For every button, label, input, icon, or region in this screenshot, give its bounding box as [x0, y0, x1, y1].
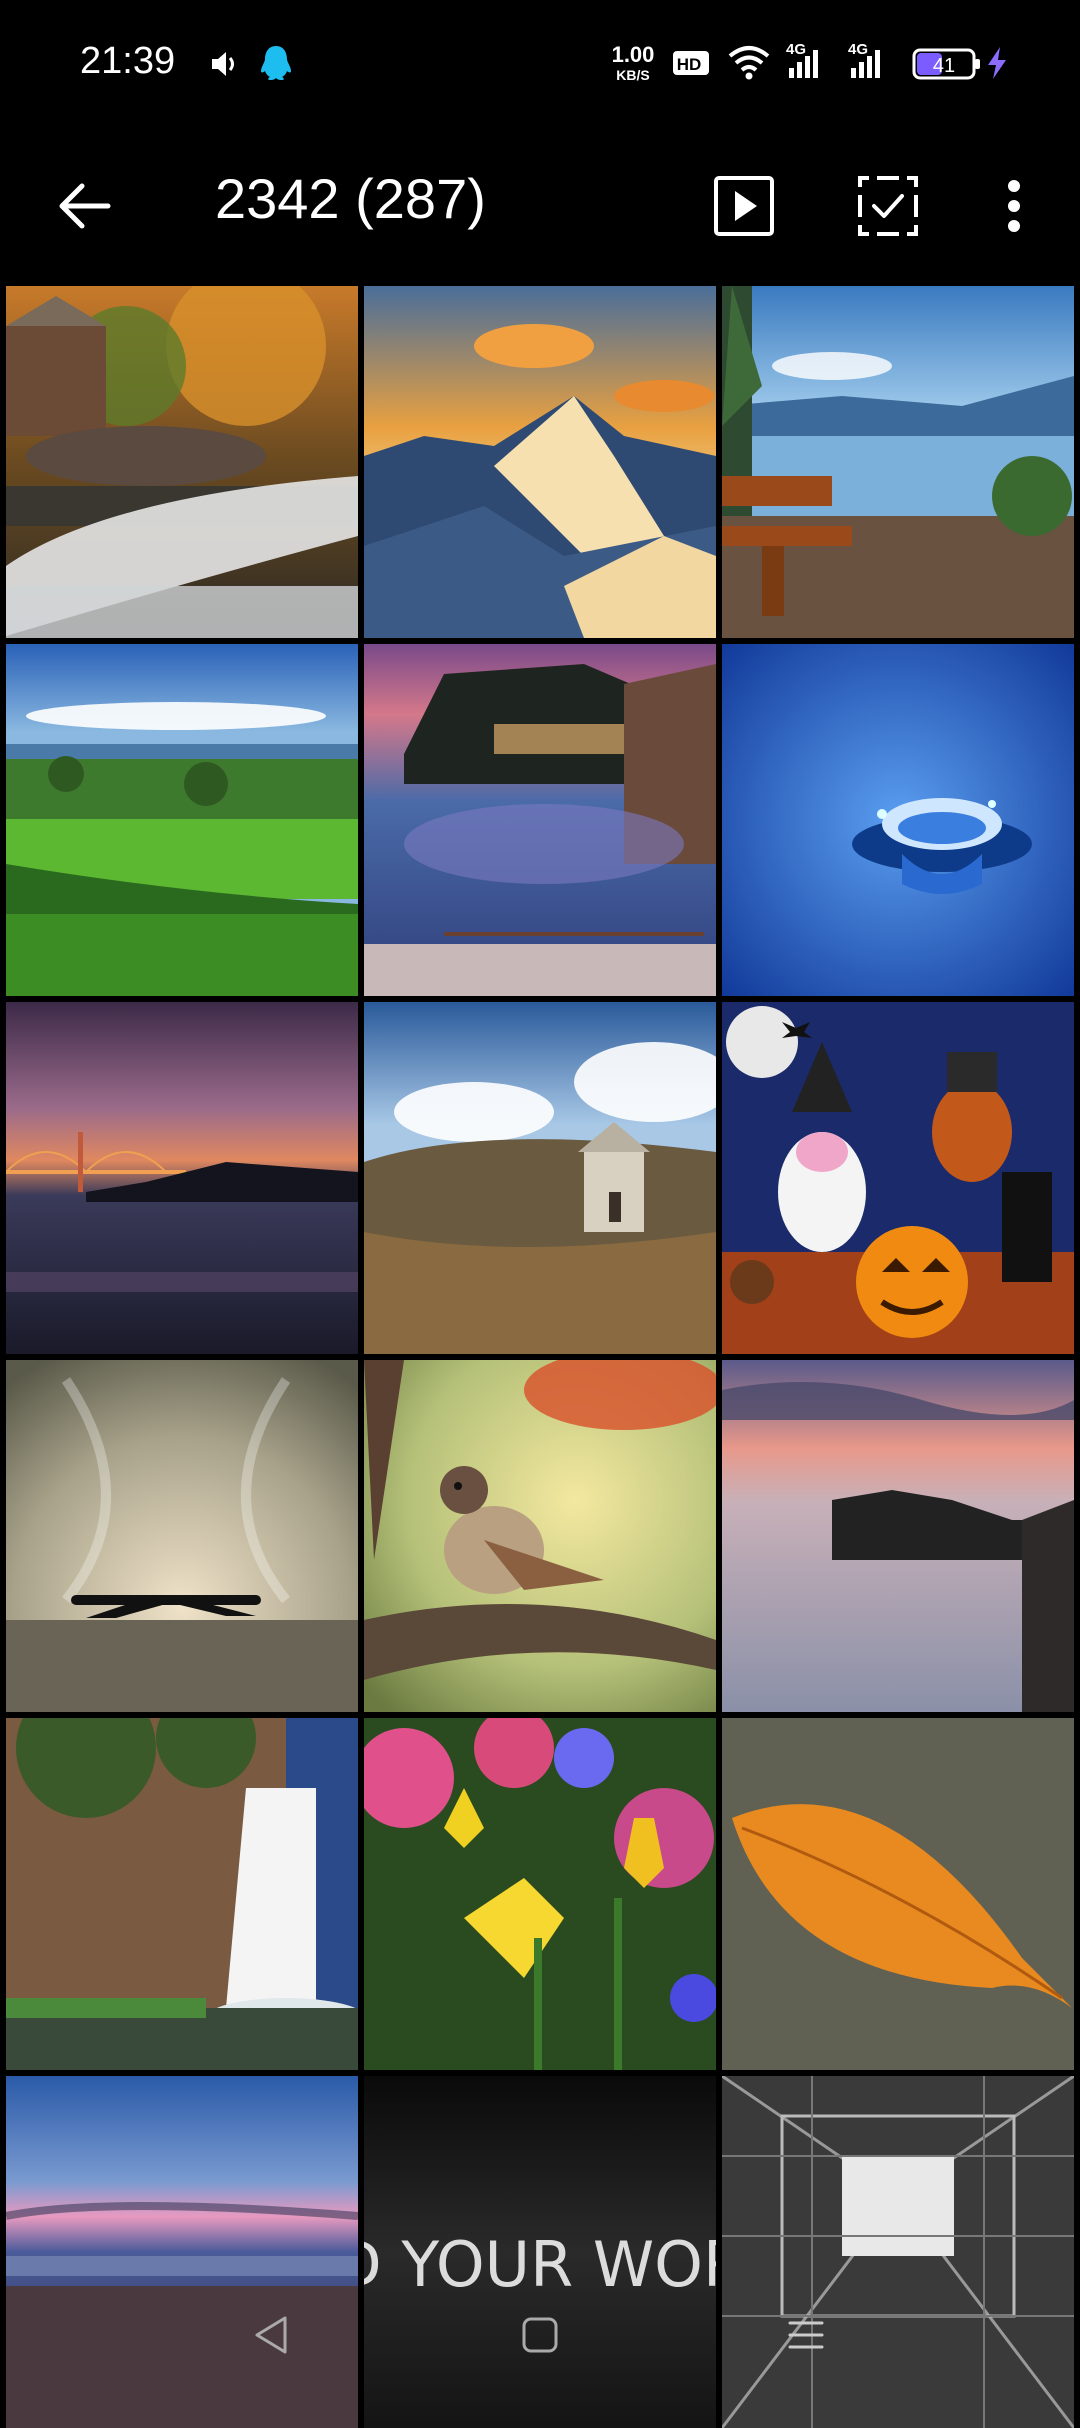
navigation-bar — [0, 2262, 1080, 2414]
battery-icon: 41 — [912, 48, 982, 85]
hd-icon: HD — [672, 50, 710, 81]
signal-icon: 4G — [786, 40, 826, 85]
slideshow-button[interactable] — [704, 168, 784, 248]
photo-thumbnail-green-fields[interactable] — [6, 644, 358, 996]
recents-lines-icon — [784, 2315, 828, 2360]
photo-thumbnail-airplane-storm[interactable] — [6, 1360, 358, 1712]
photo-thumbnail-coastal-town[interactable] — [364, 644, 716, 996]
photo-thumbnail-flowers[interactable] — [364, 1718, 716, 2070]
more-icon — [1004, 178, 1024, 239]
photo-grid: D YOUR WOR — [6, 286, 1074, 2428]
volume-icon — [208, 48, 240, 85]
photo-thumbnail-mill-waterfall[interactable] — [6, 286, 358, 638]
app-bar: 2342 (287) — [0, 128, 1080, 278]
wifi-icon — [728, 44, 770, 85]
back-triangle-icon — [249, 2312, 295, 2363]
hd-badge-text: HD — [677, 55, 702, 74]
photo-thumbnail-snowy-mountain[interactable] — [364, 286, 716, 638]
net-speed-value: 1.00 — [611, 42, 655, 67]
network-type-1: 4G — [786, 41, 806, 58]
nav-recents-button[interactable] — [766, 2302, 846, 2372]
back-button[interactable] — [44, 168, 124, 248]
net-speed: 1.00 KB/S — [610, 42, 656, 83]
qq-icon — [258, 44, 294, 89]
status-time: 21:39 — [80, 40, 176, 82]
photo-thumbnail-rocky-sea[interactable] — [722, 1360, 1074, 1712]
page-title: 2342 (287) — [215, 167, 486, 230]
status-bar: 21:39 1.00 KB/S HD 4G 4G 41 — [0, 0, 1080, 128]
slideshow-icon — [713, 175, 775, 242]
back-arrow-icon — [54, 176, 114, 241]
photo-thumbnail-halloween-cartoon[interactable] — [722, 1002, 1074, 1354]
select-button[interactable] — [848, 168, 928, 248]
photo-thumbnail-cliff-waterfall[interactable] — [6, 1718, 358, 2070]
battery-level: 41 — [933, 55, 955, 77]
photo-thumbnail-sparrow[interactable] — [364, 1360, 716, 1712]
photo-thumbnail-water-drop[interactable] — [722, 644, 1074, 996]
network-type-2: 4G — [848, 41, 868, 58]
photo-thumbnail-autumn-leaf[interactable] — [722, 1718, 1074, 2070]
home-square-icon — [520, 2315, 560, 2360]
photo-thumbnail-lake-bench[interactable] — [722, 286, 1074, 638]
net-speed-unit: KB/S — [616, 67, 650, 83]
more-button[interactable] — [974, 168, 1054, 248]
nav-back-button[interactable] — [232, 2302, 312, 2372]
nav-home-button[interactable] — [500, 2302, 580, 2372]
charging-icon — [986, 46, 1008, 85]
photo-thumbnail-golden-gate[interactable] — [6, 1002, 358, 1354]
select-icon — [857, 175, 919, 242]
photo-thumbnail-hill-chapel[interactable] — [364, 1002, 716, 1354]
signal-icon: 4G — [848, 40, 888, 85]
